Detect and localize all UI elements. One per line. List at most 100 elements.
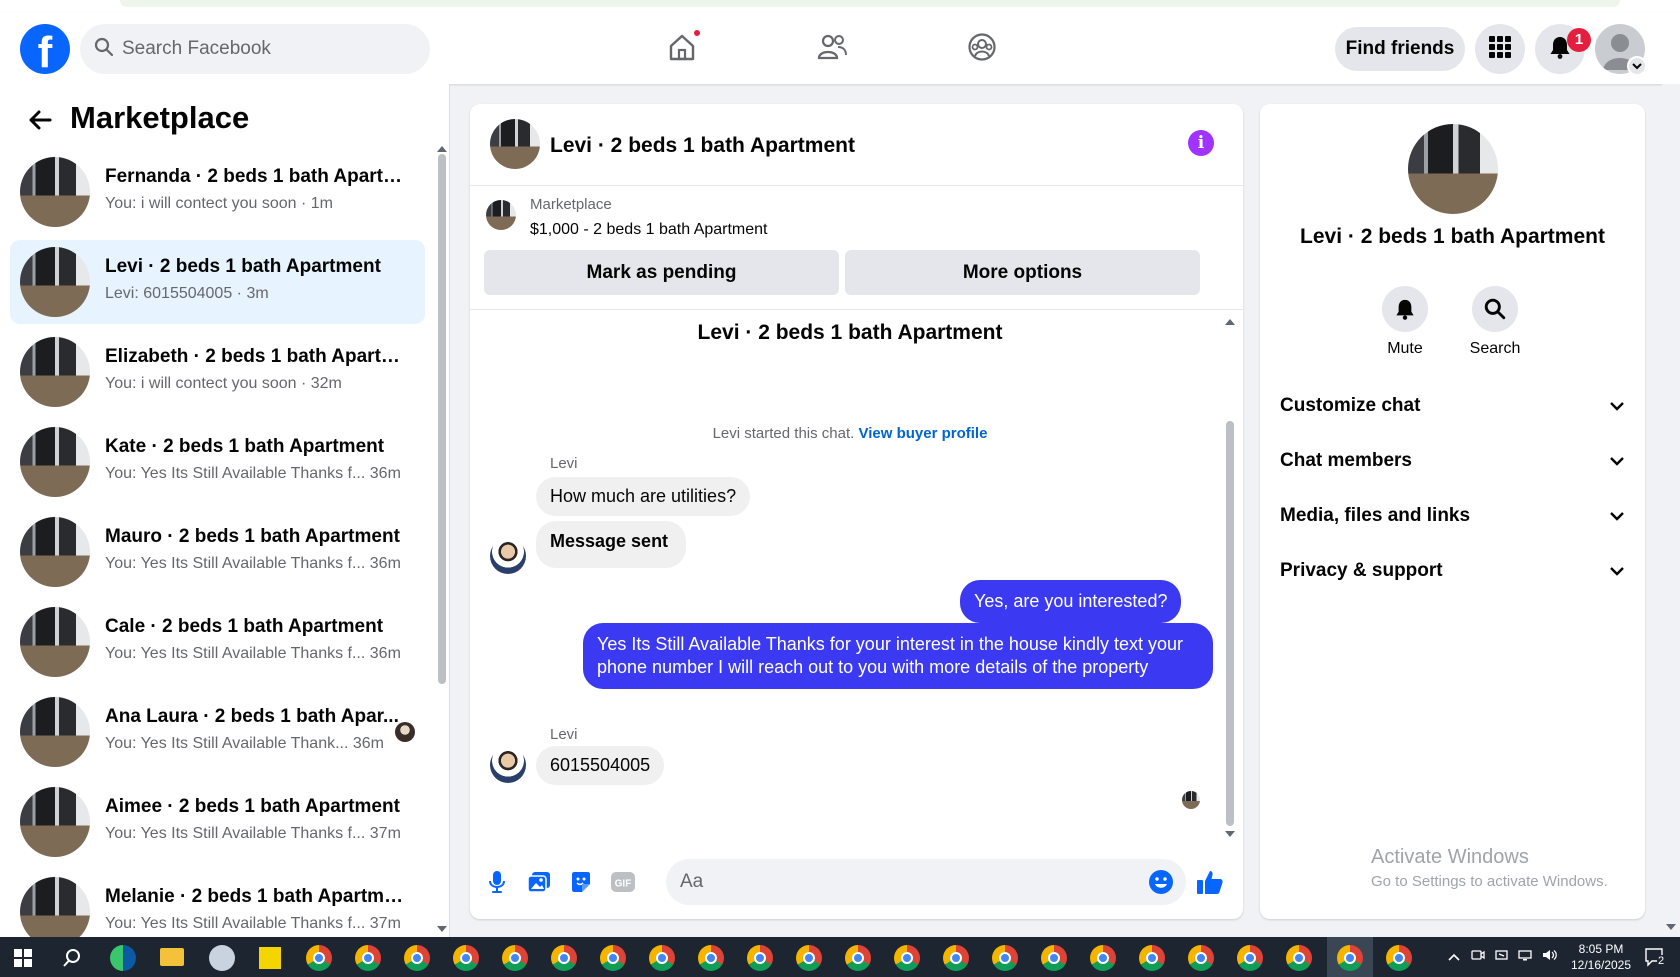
chrome-window-icon[interactable]: [1139, 945, 1165, 971]
message-input[interactable]: [666, 859, 1186, 905]
menu-button[interactable]: [1475, 24, 1525, 74]
search-action[interactable]: Search: [1455, 286, 1535, 358]
thread-title: Levi · 2 beds 1 bath Apartment: [697, 321, 1003, 344]
chrome-window-icon[interactable]: [894, 945, 920, 971]
chrome-window-icon[interactable]: [747, 945, 773, 971]
incoming-message[interactable]: How much are utilities?: [536, 477, 751, 516]
chat-listing-thumbnail[interactable]: [490, 119, 540, 169]
chrome-window-icon[interactable]: [306, 945, 332, 971]
find-friends-button[interactable]: Find friends: [1335, 27, 1465, 71]
info-icon[interactable]: i: [1188, 130, 1214, 156]
chrome-window-icon[interactable]: [404, 945, 430, 971]
thread-scrollbar[interactable]: [1226, 421, 1234, 826]
chrome-window-icon[interactable]: [551, 945, 577, 971]
listing-thumbnail: [20, 157, 90, 227]
section-label: Customize chat: [1280, 395, 1421, 416]
emoji-icon[interactable]: [1146, 867, 1176, 897]
chrome-window-icon[interactable]: [1188, 945, 1214, 971]
mark-pending-button[interactable]: Mark as pending: [484, 250, 839, 295]
outgoing-message[interactable]: Yes, are you interested?: [960, 580, 1182, 623]
chrome-window-icon[interactable]: [453, 945, 479, 971]
page-scrollbar[interactable]: [1662, 84, 1680, 937]
conversation-item[interactable]: Ana Laura · 2 beds 1 bath Apar... You: Y…: [10, 690, 425, 774]
listing-thumbnail: [20, 517, 90, 587]
mute-action[interactable]: Mute: [1365, 286, 1445, 358]
chrome-window-icon[interactable]: [1090, 945, 1116, 971]
tray-meet-icon[interactable]: [1470, 949, 1486, 965]
page-scroll-down[interactable]: [1666, 924, 1676, 930]
tray-chevron-up-icon[interactable]: [1446, 949, 1462, 965]
sticky-notes-icon[interactable]: [259, 947, 281, 969]
action-center-icon[interactable]: 2: [1644, 947, 1666, 967]
chrome-window-icon[interactable]: [355, 945, 381, 971]
more-options-button[interactable]: More options: [845, 250, 1200, 295]
sender-avatar[interactable]: [490, 538, 526, 574]
photo-icon[interactable]: [524, 867, 554, 897]
privacy-support-section[interactable]: Privacy & support: [1280, 551, 1625, 591]
taskbar-clock[interactable]: 8:05 PM 12/16/2025: [1566, 941, 1636, 973]
media-files-section[interactable]: Media, files and links: [1280, 496, 1625, 536]
conversation-item-active[interactable]: Levi · 2 beds 1 bath Apartment Levi: 601…: [10, 240, 425, 324]
sidebar-scroll-down[interactable]: [437, 926, 447, 932]
microphone-icon[interactable]: [482, 867, 512, 897]
groups-nav[interactable]: [952, 24, 1012, 74]
tray-volume-icon[interactable]: [1542, 949, 1558, 965]
sidebar-scroll-up[interactable]: [437, 146, 447, 152]
conversation-item[interactable]: Melanie · 2 beds 1 bath Apartment You: Y…: [10, 870, 425, 940]
activate-windows-watermark: Activate Windows Go to Settings to activ…: [1371, 846, 1608, 890]
conversation-item[interactable]: Kate · 2 beds 1 bath Apartment You: Yes …: [10, 420, 425, 504]
sender-avatar[interactable]: [490, 747, 526, 783]
chrome-window-icon[interactable]: [1386, 945, 1412, 971]
chrome-window-icon[interactable]: [1041, 945, 1067, 971]
chrome-window-icon[interactable]: [992, 945, 1018, 971]
view-buyer-profile-link[interactable]: View buyer profile: [858, 425, 987, 442]
account-menu-chevron-icon[interactable]: [1627, 56, 1647, 76]
file-explorer-icon[interactable]: [160, 948, 184, 966]
friends-nav[interactable]: [802, 24, 862, 74]
paint-app-icon[interactable]: [209, 945, 235, 971]
home-nav[interactable]: [652, 24, 712, 74]
sidebar-scrollbar[interactable]: [438, 154, 446, 684]
listing-thumbnail: [20, 607, 90, 677]
tray-power-icon[interactable]: [1494, 949, 1510, 965]
customize-chat-section[interactable]: Customize chat: [1280, 386, 1625, 426]
chrome-window-icon[interactable]: [1286, 945, 1312, 971]
chrome-window-icon[interactable]: [600, 945, 626, 971]
gif-icon[interactable]: GIF: [608, 867, 638, 897]
chrome-window-icon[interactable]: [796, 945, 822, 971]
thread-scroll-down[interactable]: [1225, 831, 1235, 837]
message-composer: GIF: [470, 847, 1243, 919]
chat-title[interactable]: Levi · 2 beds 1 bath Apartment: [550, 134, 855, 158]
search-input[interactable]: [122, 38, 402, 60]
thread-scroll-up[interactable]: [1225, 319, 1235, 325]
tray-network-icon[interactable]: [1518, 949, 1534, 965]
edge-browser-icon[interactable]: [110, 945, 136, 971]
back-arrow-icon[interactable]: [24, 104, 56, 136]
thumbs-up-icon[interactable]: [1195, 867, 1225, 897]
conversation-item[interactable]: Fernanda · 2 beds 1 bath Apartm... You: …: [10, 150, 425, 234]
chrome-window-icon[interactable]: [943, 945, 969, 971]
conversation-item[interactable]: Mauro · 2 beds 1 bath Apartment You: Yes…: [10, 510, 425, 594]
search-icon: [94, 37, 114, 62]
facebook-logo-icon[interactable]: f: [20, 24, 70, 74]
outgoing-message[interactable]: Yes Its Still Available Thanks for your …: [583, 623, 1213, 689]
chrome-window-icon[interactable]: [502, 945, 528, 971]
chat-members-section[interactable]: Chat members: [1280, 441, 1625, 481]
info-listing-thumbnail[interactable]: [1408, 124, 1498, 214]
conversation-item[interactable]: Cale · 2 beds 1 bath Apartment You: Yes …: [10, 600, 425, 684]
chrome-window-icon-active[interactable]: [1337, 945, 1363, 971]
incoming-message[interactable]: 6015504005: [536, 746, 665, 785]
conversation-item[interactable]: Aimee · 2 beds 1 bath Apartment You: Yes…: [10, 780, 425, 864]
conversation-item[interactable]: Elizabeth · 2 beds 1 bath Apartm... You:…: [10, 330, 425, 414]
chrome-window-icon[interactable]: [1237, 945, 1263, 971]
taskbar-search-icon[interactable]: [62, 948, 82, 973]
chrome-window-icon[interactable]: [845, 945, 871, 971]
chat-panel: Levi · 2 beds 1 bath Apartment i Marketp…: [470, 104, 1243, 919]
chrome-window-icon[interactable]: [698, 945, 724, 971]
incoming-message-sent-card[interactable]: Message sent: [536, 521, 687, 568]
chrome-window-icon[interactable]: [649, 945, 675, 971]
windows-start-icon[interactable]: [14, 949, 32, 972]
search-box[interactable]: [80, 24, 430, 74]
sticker-icon[interactable]: [566, 867, 596, 897]
conversation-name: Kate · 2 beds 1 bath Apartment: [105, 436, 385, 457]
